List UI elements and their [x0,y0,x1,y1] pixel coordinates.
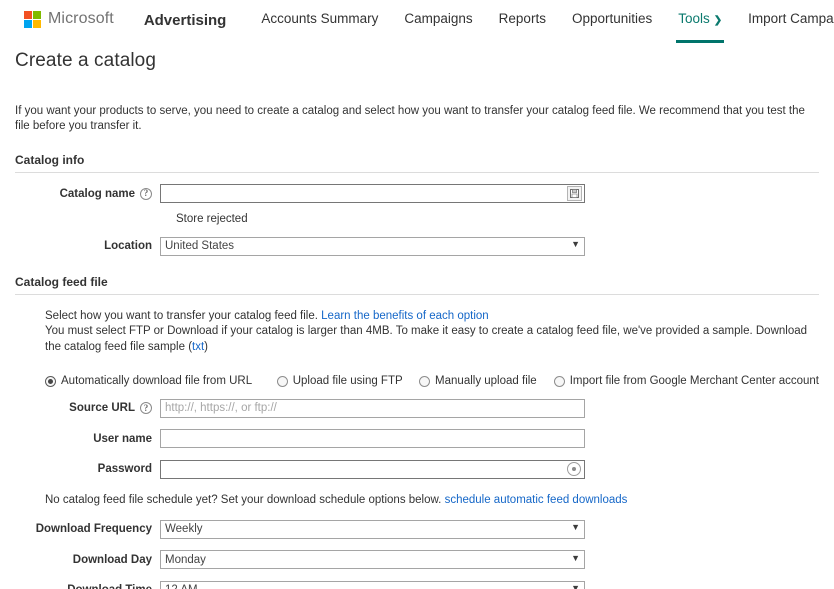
label-password: Password [15,463,160,475]
link-schedule-automatic-feed-downloads[interactable]: schedule automatic feed downloads [445,494,628,506]
label-location: Location [15,240,160,252]
download-frequency-select-wrap: Weekly ▼ [160,519,585,539]
user-name-input-wrap [160,429,585,449]
schedule-note: No catalog feed file schedule yet? Set y… [15,493,819,509]
top-navigation-bar: Microsoft Advertising Accounts Summary C… [0,0,834,41]
download-day-select-wrap: Monday ▼ [160,550,585,570]
nav-item-campaigns[interactable]: Campaigns [391,0,485,38]
field-row-catalog-name: Catalog name ? [15,184,819,204]
chevron-down-icon: ❯ [714,15,722,26]
radio-import-from-google-merchant-center[interactable]: Import file from Google Merchant Center … [554,375,819,387]
source-url-input-wrap [160,398,585,418]
radio-button-indicator [45,376,56,387]
user-name-input[interactable] [160,429,585,448]
store-status-text: Store rejected [176,213,819,225]
page-description: If you want your products to serve, you … [15,104,819,134]
radio-manually-upload-file[interactable]: Manually upload file [419,375,537,387]
link-learn-benefits[interactable]: Learn the benefits of each option [321,310,489,322]
download-day-select[interactable]: Monday [160,550,585,569]
primary-nav-items: Accounts Summary Campaigns Reports Oppor… [248,0,834,38]
page-content: Create a catalog If you want your produc… [0,50,834,589]
field-row-download-time: Download Time 12 AM ▼ [15,580,819,589]
nav-item-import-campaigns[interactable]: Import Campaigns❯ [735,0,834,38]
label-catalog-name: Catalog name ? [15,188,160,200]
field-row-password: Password [15,459,819,479]
nav-item-opportunities[interactable]: Opportunities [559,0,665,38]
feed-note-line-1: Select how you want to transfer your cat… [45,309,819,325]
feed-file-notes: Select how you want to transfer your cat… [15,309,819,356]
location-select[interactable]: United States [160,237,585,256]
schedule-note-line: No catalog feed file schedule yet? Set y… [45,493,819,509]
feed-note-line-2: You must select FTP or Download if your … [45,324,819,355]
field-row-source-url: Source URL ? [15,398,819,418]
label-download-time: Download Time [15,584,160,589]
section-header-catalog-feed-file: Catalog feed file [15,275,819,295]
nav-item-reports[interactable]: Reports [486,0,559,38]
source-url-input[interactable] [160,399,585,418]
location-select-wrap: United States ▼ [160,236,585,256]
catalog-name-input-wrap [160,184,585,204]
page-title: Create a catalog [15,50,819,72]
help-icon[interactable]: ? [140,402,152,414]
active-tab-indicator [676,40,724,43]
radio-button-indicator [419,376,430,387]
catalog-name-input[interactable] [160,184,585,203]
nav-item-tools[interactable]: Tools❯ [665,0,735,38]
section-header-catalog-info: Catalog info [15,153,819,173]
help-icon[interactable]: ? [140,188,152,200]
save-icon[interactable] [567,186,582,201]
field-row-location: Location United States ▼ [15,236,819,256]
transfer-method-radio-group: Automatically download file from URL Upl… [45,375,819,387]
label-user-name: User name [15,433,160,445]
password-input-wrap [160,459,585,479]
radio-button-indicator [554,376,565,387]
field-row-download-day: Download Day Monday ▼ [15,550,819,570]
radio-upload-file-using-ftp[interactable]: Upload file using FTP [277,375,403,387]
microsoft-logo-icon [24,11,41,28]
field-row-download-frequency: Download Frequency Weekly ▼ [15,519,819,539]
radio-button-indicator [277,376,288,387]
product-name-advertising: Advertising [144,12,227,29]
password-input[interactable] [160,460,585,479]
download-time-select-wrap: 12 AM ▼ [160,580,585,589]
field-row-user-name: User name [15,429,819,449]
label-download-frequency: Download Frequency [15,523,160,535]
radio-automatically-download-from-url[interactable]: Automatically download file from URL [45,375,252,387]
nav-item-accounts-summary[interactable]: Accounts Summary [248,0,391,38]
download-frequency-select[interactable]: Weekly [160,520,585,539]
download-time-select[interactable]: 12 AM [160,581,585,589]
microsoft-wordmark: Microsoft [48,10,114,28]
label-download-day: Download Day [15,554,160,566]
link-sample-txt[interactable]: txt [192,341,204,353]
label-source-url: Source URL ? [15,402,160,414]
microsoft-brand-link[interactable]: Microsoft [24,0,114,38]
